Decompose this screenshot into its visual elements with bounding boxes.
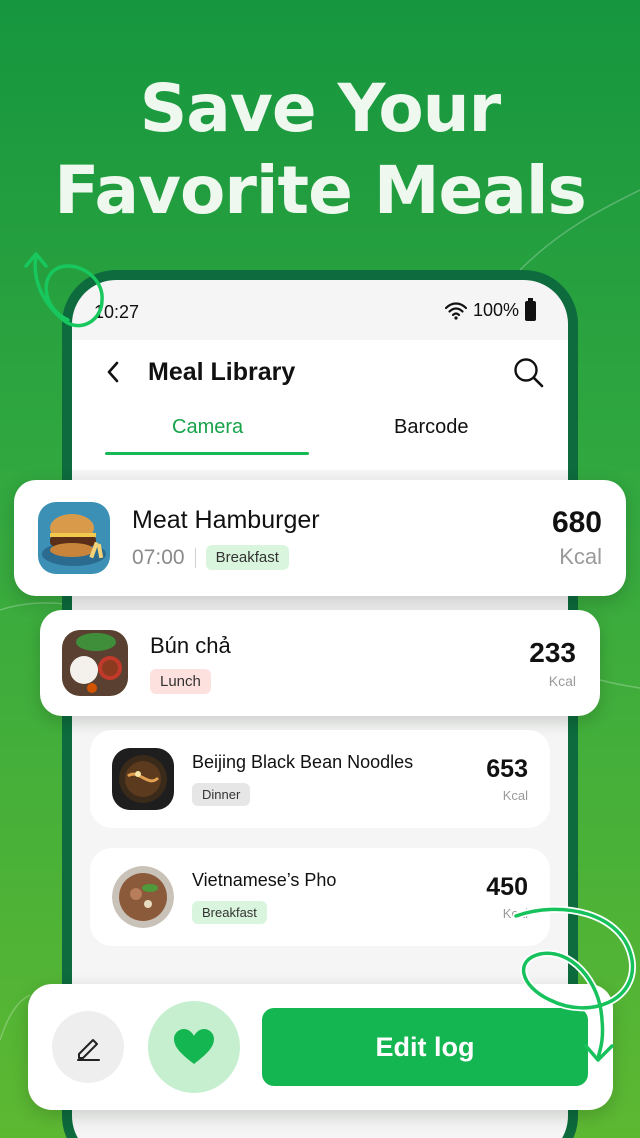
meal-card[interactable]: Meat Hamburger 07:00 Breakfast 680 Kcal (14, 480, 626, 596)
back-button[interactable] (98, 352, 128, 392)
search-button[interactable] (512, 356, 546, 390)
kcal-value: 680 (551, 506, 602, 539)
page-title: Meal Library (148, 358, 296, 386)
meal-time: 07:00 (132, 545, 185, 569)
battery-icon (525, 297, 536, 321)
search-icon (514, 358, 544, 388)
meal-tag-lunch: Lunch (150, 668, 211, 694)
pencil-icon (77, 1039, 100, 1061)
meta-divider (194, 547, 196, 568)
bun-cha-icon (62, 630, 128, 696)
kcal-value: 450 (486, 873, 528, 901)
meal-tag-dinner: Dinner (192, 783, 251, 806)
tab-camera[interactable]: Camera (172, 416, 243, 439)
meal-card[interactable]: Bún chả Lunch 233 Kcal (40, 610, 600, 716)
meal-card[interactable]: Vietnamese’s Pho Breakfast 450 Kcal (90, 848, 550, 946)
active-tab-indicator (105, 452, 309, 455)
meal-card[interactable]: Beijing Black Bean Noodles Dinner 653 Kc… (90, 730, 550, 828)
favorite-button[interactable] (148, 1001, 240, 1093)
meal-name: Meat Hamburger (132, 506, 320, 534)
promo-headline-line2: Favorite Meals (54, 152, 586, 229)
meal-name: Vietnamese’s Pho (192, 870, 337, 890)
meal-tag-breakfast: Breakfast (205, 545, 289, 570)
meal-name: Bún chả (150, 632, 231, 658)
kcal-value: 653 (486, 755, 528, 783)
loop-arrow-decoration (24, 252, 104, 328)
battery-percent: 100% (472, 300, 519, 320)
tab-barcode[interactable]: Barcode (394, 416, 469, 439)
wifi-icon (444, 301, 467, 320)
chevron-left-icon (107, 361, 119, 383)
promo-headline-line1: Save Your (139, 70, 501, 147)
edit-button[interactable] (52, 1011, 124, 1083)
status-indicators: 100% (444, 297, 536, 321)
app-header: Meal Library Camera Barcode (72, 340, 568, 470)
loop-arrow-decoration (512, 905, 636, 1062)
meal-name: Beijing Black Bean Noodles (192, 752, 414, 772)
noodles-icon (112, 748, 174, 810)
kcal-unit: Kcal (502, 788, 528, 803)
kcal-unit: Kcal (559, 544, 602, 569)
heart-icon (174, 1029, 214, 1064)
kcal-unit: Kcal (548, 673, 576, 689)
meal-tag-breakfast: Breakfast (192, 901, 267, 924)
hamburger-icon (38, 502, 110, 574)
kcal-value: 233 (529, 637, 576, 668)
pho-icon (112, 866, 174, 928)
